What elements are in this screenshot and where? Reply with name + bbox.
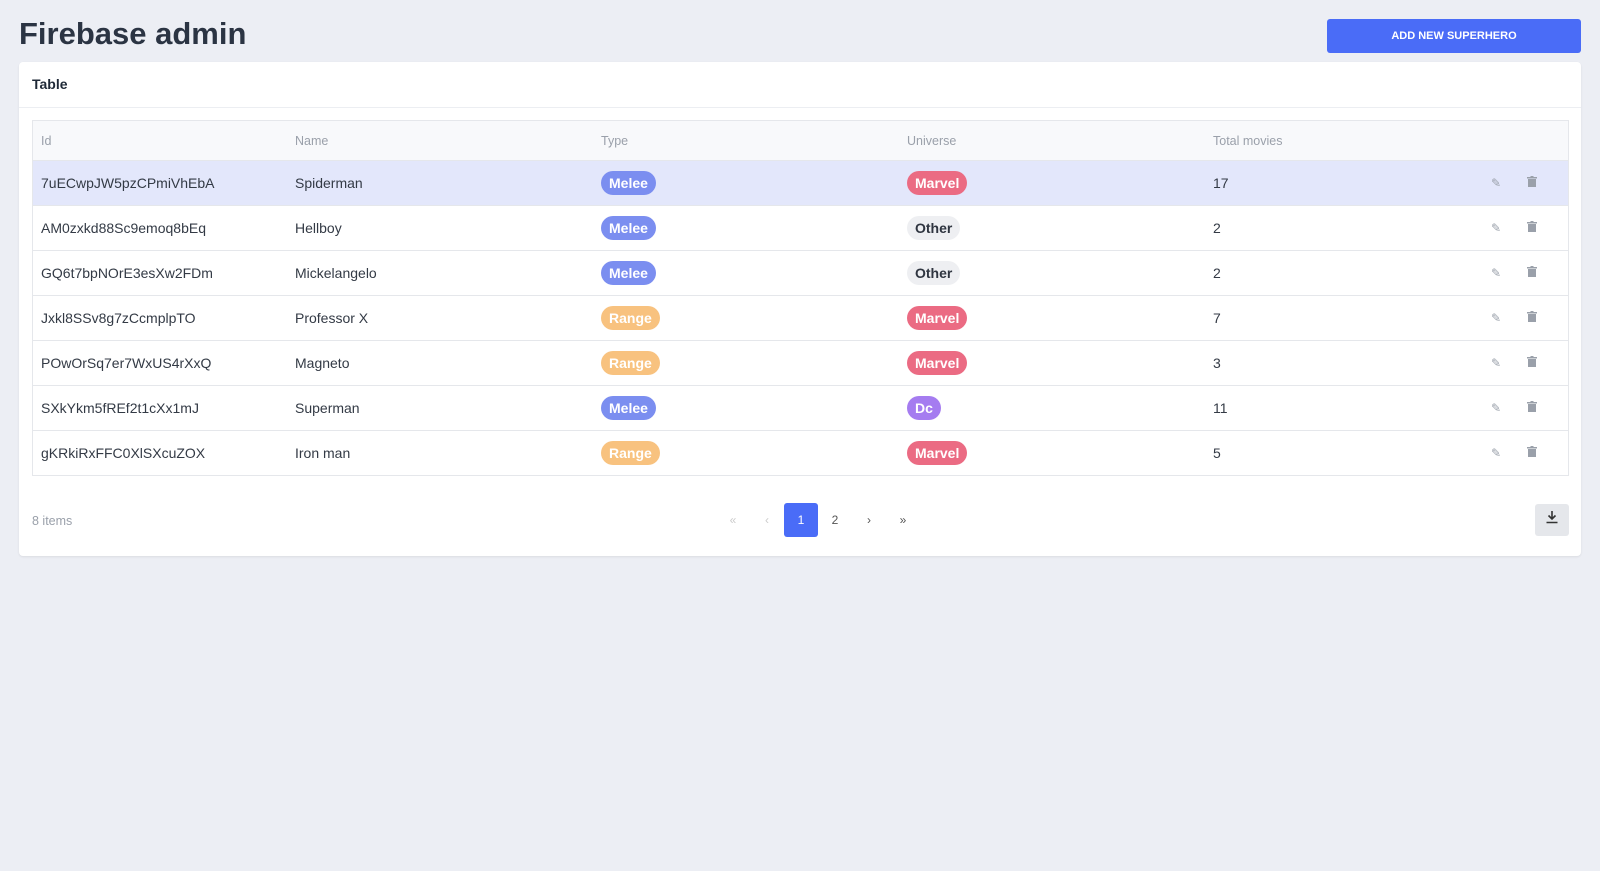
universe-badge: Other [907,216,961,240]
first-page-button[interactable]: « [716,503,750,537]
table-row[interactable]: POwOrSq7er7WxUS4rXxQ Magneto Range Marve… [32,340,1569,386]
cell-universe: Marvel [899,340,1205,386]
column-header-total-movies[interactable]: Total movies [1205,120,1414,161]
delete-trash-icon[interactable] [1514,356,1550,370]
edit-pencil-icon[interactable]: ✎ [1478,266,1514,280]
cell-name: Mickelangelo [287,250,593,296]
column-header-name[interactable]: Name [287,120,593,161]
cell-name: Superman [287,385,593,431]
download-icon[interactable] [1535,504,1569,536]
edit-pencil-icon[interactable]: ✎ [1478,311,1514,325]
cell-universe: Marvel [899,160,1205,206]
cell-id: SXkYkm5fREf2t1cXx1mJ [32,385,287,431]
edit-pencil-icon[interactable]: ✎ [1478,356,1514,370]
cell-universe: Marvel [899,295,1205,341]
table-row[interactable]: AM0zxkd88Sc9emoq8bEq Hellboy Melee Other… [32,205,1569,251]
cell-actions: ✎ [1414,250,1569,296]
pagination: « ‹ 1 2 › » [716,503,920,537]
table-row[interactable]: 7uECwpJW5pzCPmiVhEbA Spiderman Melee Mar… [32,160,1569,206]
table-row[interactable]: Jxkl8SSv8g7zCcmplpTO Professor X Range M… [32,295,1569,341]
universe-badge: Dc [907,396,941,420]
item-count: 8 items [32,514,73,528]
type-badge: Melee [601,261,656,285]
cell-actions: ✎ [1414,385,1569,431]
cell-id: GQ6t7bpNOrE3esXw2FDm [32,250,287,296]
delete-trash-icon[interactable] [1514,176,1550,190]
table-row[interactable]: GQ6t7bpNOrE3esXw2FDm Mickelangelo Melee … [32,250,1569,296]
table-row[interactable]: SXkYkm5fREf2t1cXx1mJ Superman Melee Dc 1… [32,385,1569,431]
cell-type: Range [593,295,899,341]
universe-badge: Marvel [907,306,968,330]
cell-total-movies: 11 [1205,385,1414,431]
cell-name: Hellboy [287,205,593,251]
cell-universe: Marvel [899,430,1205,476]
type-badge: Range [601,306,660,330]
cell-name: Spiderman [287,160,593,206]
cell-actions: ✎ [1414,205,1569,251]
cell-universe: Other [899,250,1205,296]
cell-universe: Other [899,205,1205,251]
page-2-button[interactable]: 2 [818,503,852,537]
type-badge: Melee [601,396,656,420]
cell-total-movies: 2 [1205,205,1414,251]
type-badge: Melee [601,171,656,195]
edit-pencil-icon[interactable]: ✎ [1478,401,1514,415]
cell-type: Melee [593,250,899,296]
delete-trash-icon[interactable] [1514,221,1550,235]
next-page-button[interactable]: › [852,503,886,537]
delete-trash-icon[interactable] [1514,311,1550,325]
cell-universe: Dc [899,385,1205,431]
cell-actions: ✎ [1414,430,1569,476]
prev-page-button[interactable]: ‹ [750,503,784,537]
cell-type: Range [593,430,899,476]
cell-id: AM0zxkd88Sc9emoq8bEq [32,205,287,251]
cell-id: 7uECwpJW5pzCPmiVhEbA [32,160,287,206]
cell-type: Melee [593,160,899,206]
cell-total-movies: 3 [1205,340,1414,386]
column-header-id[interactable]: Id [32,120,287,161]
type-badge: Range [601,441,660,465]
cell-id: gKRkiRxFFC0XlSXcuZOX [32,430,287,476]
universe-badge: Other [907,261,961,285]
cell-actions: ✎ [1414,160,1569,206]
cell-name: Professor X [287,295,593,341]
cell-type: Melee [593,385,899,431]
delete-trash-icon[interactable] [1514,266,1550,280]
cell-total-movies: 5 [1205,430,1414,476]
card-title: Table [19,62,1581,108]
page-title: Firebase admin [19,16,247,51]
cell-actions: ✎ [1414,340,1569,386]
table-card: Table Id Name Type Universe Total movies… [19,62,1581,556]
cell-total-movies: 7 [1205,295,1414,341]
universe-badge: Marvel [907,441,968,465]
delete-trash-icon[interactable] [1514,401,1550,415]
cell-id: POwOrSq7er7WxUS4rXxQ [32,340,287,386]
cell-type: Range [593,340,899,386]
universe-badge: Marvel [907,351,968,375]
cell-total-movies: 17 [1205,160,1414,206]
column-header-universe[interactable]: Universe [899,120,1205,161]
edit-pencil-icon[interactable]: ✎ [1478,176,1514,190]
cell-type: Melee [593,205,899,251]
column-header-type[interactable]: Type [593,120,899,161]
cell-name: Magneto [287,340,593,386]
page-1-button[interactable]: 1 [784,503,818,537]
delete-trash-icon[interactable] [1514,446,1550,460]
superhero-table: Id Name Type Universe Total movies 7uECw… [32,120,1569,476]
table-row[interactable]: gKRkiRxFFC0XlSXcuZOX Iron man Range Marv… [32,430,1569,476]
last-page-button[interactable]: » [886,503,920,537]
type-badge: Range [601,351,660,375]
cell-name: Iron man [287,430,593,476]
cell-total-movies: 2 [1205,250,1414,296]
type-badge: Melee [601,216,656,240]
add-superhero-button[interactable]: ADD NEW SUPERHERO [1327,19,1581,53]
cell-id: Jxkl8SSv8g7zCcmplpTO [32,295,287,341]
universe-badge: Marvel [907,171,968,195]
cell-actions: ✎ [1414,295,1569,341]
edit-pencil-icon[interactable]: ✎ [1478,446,1514,460]
column-header-actions [1414,120,1569,161]
edit-pencil-icon[interactable]: ✎ [1478,221,1514,235]
